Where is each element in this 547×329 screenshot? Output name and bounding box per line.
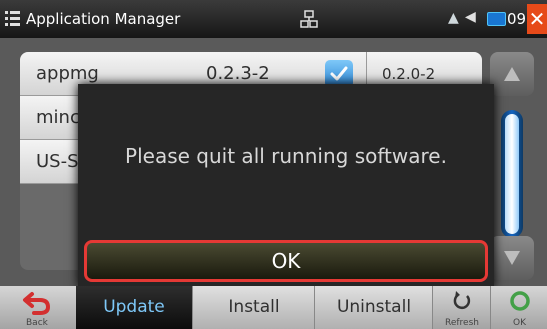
- arrow-down-icon: [504, 251, 520, 265]
- title-bar: Application Manager ▲ ◀ 09:35 ✕: [0, 0, 547, 38]
- back-label: Back: [26, 318, 48, 328]
- network-icon: [300, 10, 318, 28]
- close-icon: ✕: [528, 7, 546, 31]
- volume-icon: ◀: [465, 9, 476, 25]
- refresh-button[interactable]: Refresh: [432, 286, 491, 329]
- scroll-up-button[interactable]: [490, 52, 534, 96]
- tab-update[interactable]: Update: [76, 286, 192, 329]
- app-menu-icon: [5, 11, 20, 26]
- ok-label: OK: [513, 318, 526, 328]
- app-name: US-S: [36, 151, 79, 172]
- ok-circle-icon: [510, 291, 530, 311]
- checkmark-icon: [330, 66, 348, 81]
- scroll-down-button[interactable]: [490, 236, 534, 280]
- back-arrow-icon: [23, 292, 51, 315]
- window-title: Application Manager: [26, 10, 181, 28]
- scrollbar[interactable]: [490, 52, 534, 280]
- ok-button[interactable]: OK: [490, 286, 547, 329]
- arrow-up-icon: [504, 67, 520, 81]
- refresh-icon: [453, 291, 471, 310]
- tab-uninstall[interactable]: Uninstall: [314, 286, 433, 329]
- scroll-thumb[interactable]: [505, 114, 519, 234]
- wifi-icon: ▲: [448, 10, 459, 26]
- dialog-ok-button[interactable]: OK: [84, 240, 488, 282]
- dialog-message: Please quit all running software.: [125, 144, 447, 168]
- tab-install[interactable]: Install: [192, 286, 315, 329]
- alert-dialog: Please quit all running software. OK: [78, 84, 494, 288]
- app-name: minc: [36, 107, 80, 128]
- close-button[interactable]: ✕: [527, 4, 547, 34]
- battery-icon: [487, 12, 506, 26]
- bottom-toolbar: Back Update Install Uninstall Refresh OK: [0, 286, 547, 329]
- refresh-label: Refresh: [445, 318, 479, 328]
- back-button[interactable]: Back: [0, 286, 76, 329]
